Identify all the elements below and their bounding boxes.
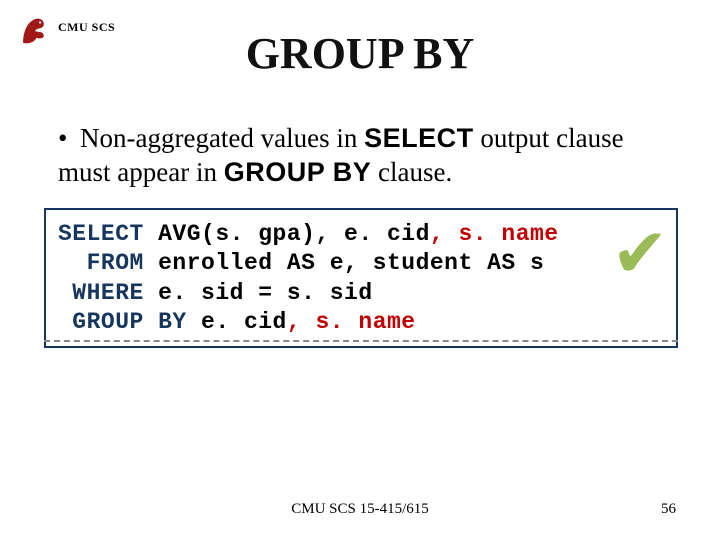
bullet-dot-icon: • [58,122,80,156]
code-l2-rest: enrolled AS e, student AS s [144,250,544,276]
footer-course-code: CMU SCS 15-415/615 [0,501,720,518]
bullet-post: clause. [371,157,452,187]
slide-title: GROUP BY [0,28,720,79]
sql-code-block: SELECT AVG(s. gpa), e. cid, s. name FROM… [44,208,678,348]
code-line-4: GROUP BY e. cid, s. name [58,308,664,337]
dashed-divider [44,340,678,342]
bullet-keyword-groupby: GROUP BY [224,157,372,187]
code-kw-from: FROM [58,250,144,276]
code-line-1: SELECT AVG(s. gpa), e. cid, s. name [58,220,664,249]
code-l1-rest: AVG(s. gpa), e. cid [144,221,430,247]
code-kw-select: SELECT [58,221,144,247]
bullet-point: •Non-aggregated values in SELECT output … [58,122,672,190]
code-l4-rest: e. cid [201,309,287,335]
bullet-pre: Non-aggregated values in [80,123,364,153]
code-line-3: WHERE e. sid = s. sid [58,279,664,308]
code-l4-highlight: , s. name [287,309,416,335]
code-kw-group: GROUP [58,309,144,335]
footer-page-number: 56 [661,501,676,518]
bullet-text: Non-aggregated values in SELECT output c… [58,123,624,187]
code-l1-highlight: , s. name [430,221,559,247]
code-l3-rest: e. sid = s. sid [144,280,373,306]
code-kw-where: WHERE [58,280,144,306]
code-line-2: FROM enrolled AS e, student AS s [58,249,664,278]
bullet-keyword-select: SELECT [364,123,474,153]
code-kw-by: BY [144,309,201,335]
